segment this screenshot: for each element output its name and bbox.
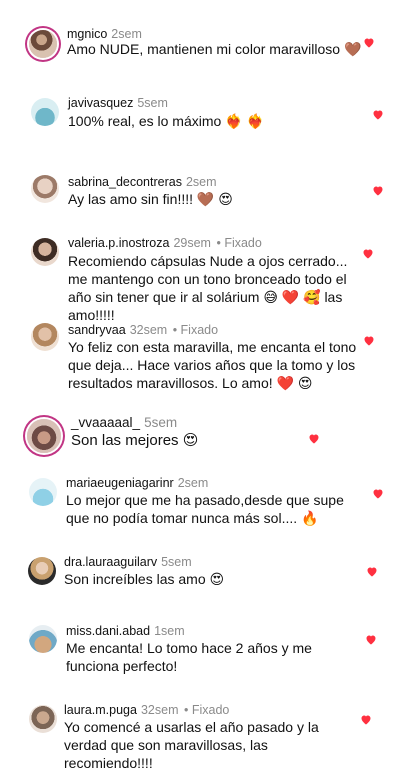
username[interactable]: javivasquez — [68, 96, 133, 110]
username[interactable]: laura.m.puga — [64, 703, 137, 717]
avatar[interactable] — [31, 323, 59, 351]
heart-icon[interactable] — [362, 248, 374, 259]
username[interactable]: sandryvaa — [68, 323, 126, 337]
comment-text: Ay las amo sin fin!!!! 🤎 😍 — [68, 191, 233, 207]
heart-icon[interactable] — [372, 488, 384, 499]
username[interactable]: mariaeugeniagarinr — [66, 476, 174, 490]
avatar[interactable] — [31, 98, 59, 126]
username[interactable]: sabrina_decontreras — [68, 175, 182, 189]
username[interactable]: mgnico — [67, 27, 107, 41]
comment-text: Lo mejor que me ha pasado,desde que supe… — [66, 492, 344, 526]
comment-text: Amo NUDE, mantienen mi color maravilloso… — [67, 41, 362, 57]
heart-icon[interactable] — [372, 185, 384, 196]
avatar[interactable] — [29, 625, 57, 653]
heart-icon[interactable] — [363, 335, 375, 346]
comment-text: 100% real, es lo máximo ❤️‍🔥 ❤️‍🔥 — [68, 113, 264, 129]
timestamp: 5sem — [161, 555, 192, 569]
comment-text: Me encanta! Lo tomo hace 2 años y me fun… — [66, 640, 312, 674]
heart-icon[interactable] — [363, 37, 375, 48]
comment-text: Son las mejores 😍 — [71, 432, 199, 449]
heart-icon[interactable] — [365, 634, 377, 645]
comment-text: Yo feliz con esta maravilla, me encanta … — [68, 339, 357, 391]
comment-text: Son increíbles las amo 😍 — [64, 571, 225, 587]
timestamp: 2sem — [185, 175, 217, 189]
username[interactable]: _vvaaaaal_ — [71, 415, 140, 430]
avatar[interactable] — [29, 478, 57, 506]
avatar[interactable] — [28, 557, 56, 585]
avatar[interactable] — [29, 705, 57, 733]
avatar[interactable] — [29, 30, 57, 58]
timestamp: 2sem — [177, 476, 209, 490]
timestamp: 32sem — [129, 323, 168, 337]
username[interactable]: dra.lauraaguilarv — [64, 555, 157, 569]
timestamp: 5sem — [144, 415, 178, 430]
avatar[interactable] — [31, 238, 59, 266]
username[interactable]: valeria.p.inostroza — [68, 236, 169, 250]
timestamp: 32sem — [140, 703, 179, 717]
timestamp: 1sem — [154, 624, 185, 638]
pinned-label: • Fixado — [169, 323, 219, 337]
avatar[interactable] — [31, 175, 59, 203]
username[interactable]: miss.dani.abad — [66, 624, 150, 638]
pinned-label: • Fixado — [212, 236, 262, 250]
heart-icon[interactable] — [372, 109, 384, 120]
heart-icon[interactable] — [308, 433, 320, 444]
comment-text: Recomiendo cápsulas Nude a ojos cerrado.… — [68, 253, 348, 323]
heart-icon[interactable] — [366, 566, 378, 577]
timestamp: 5sem — [137, 96, 168, 110]
timestamp: 29sem — [173, 236, 211, 250]
timestamp: 2sem — [111, 27, 142, 41]
comment-text: Yo comencé a usarlas el año pasado y la … — [64, 719, 319, 771]
pinned-label: • Fixado — [180, 703, 230, 717]
avatar[interactable] — [27, 419, 61, 453]
heart-icon[interactable] — [360, 714, 372, 725]
